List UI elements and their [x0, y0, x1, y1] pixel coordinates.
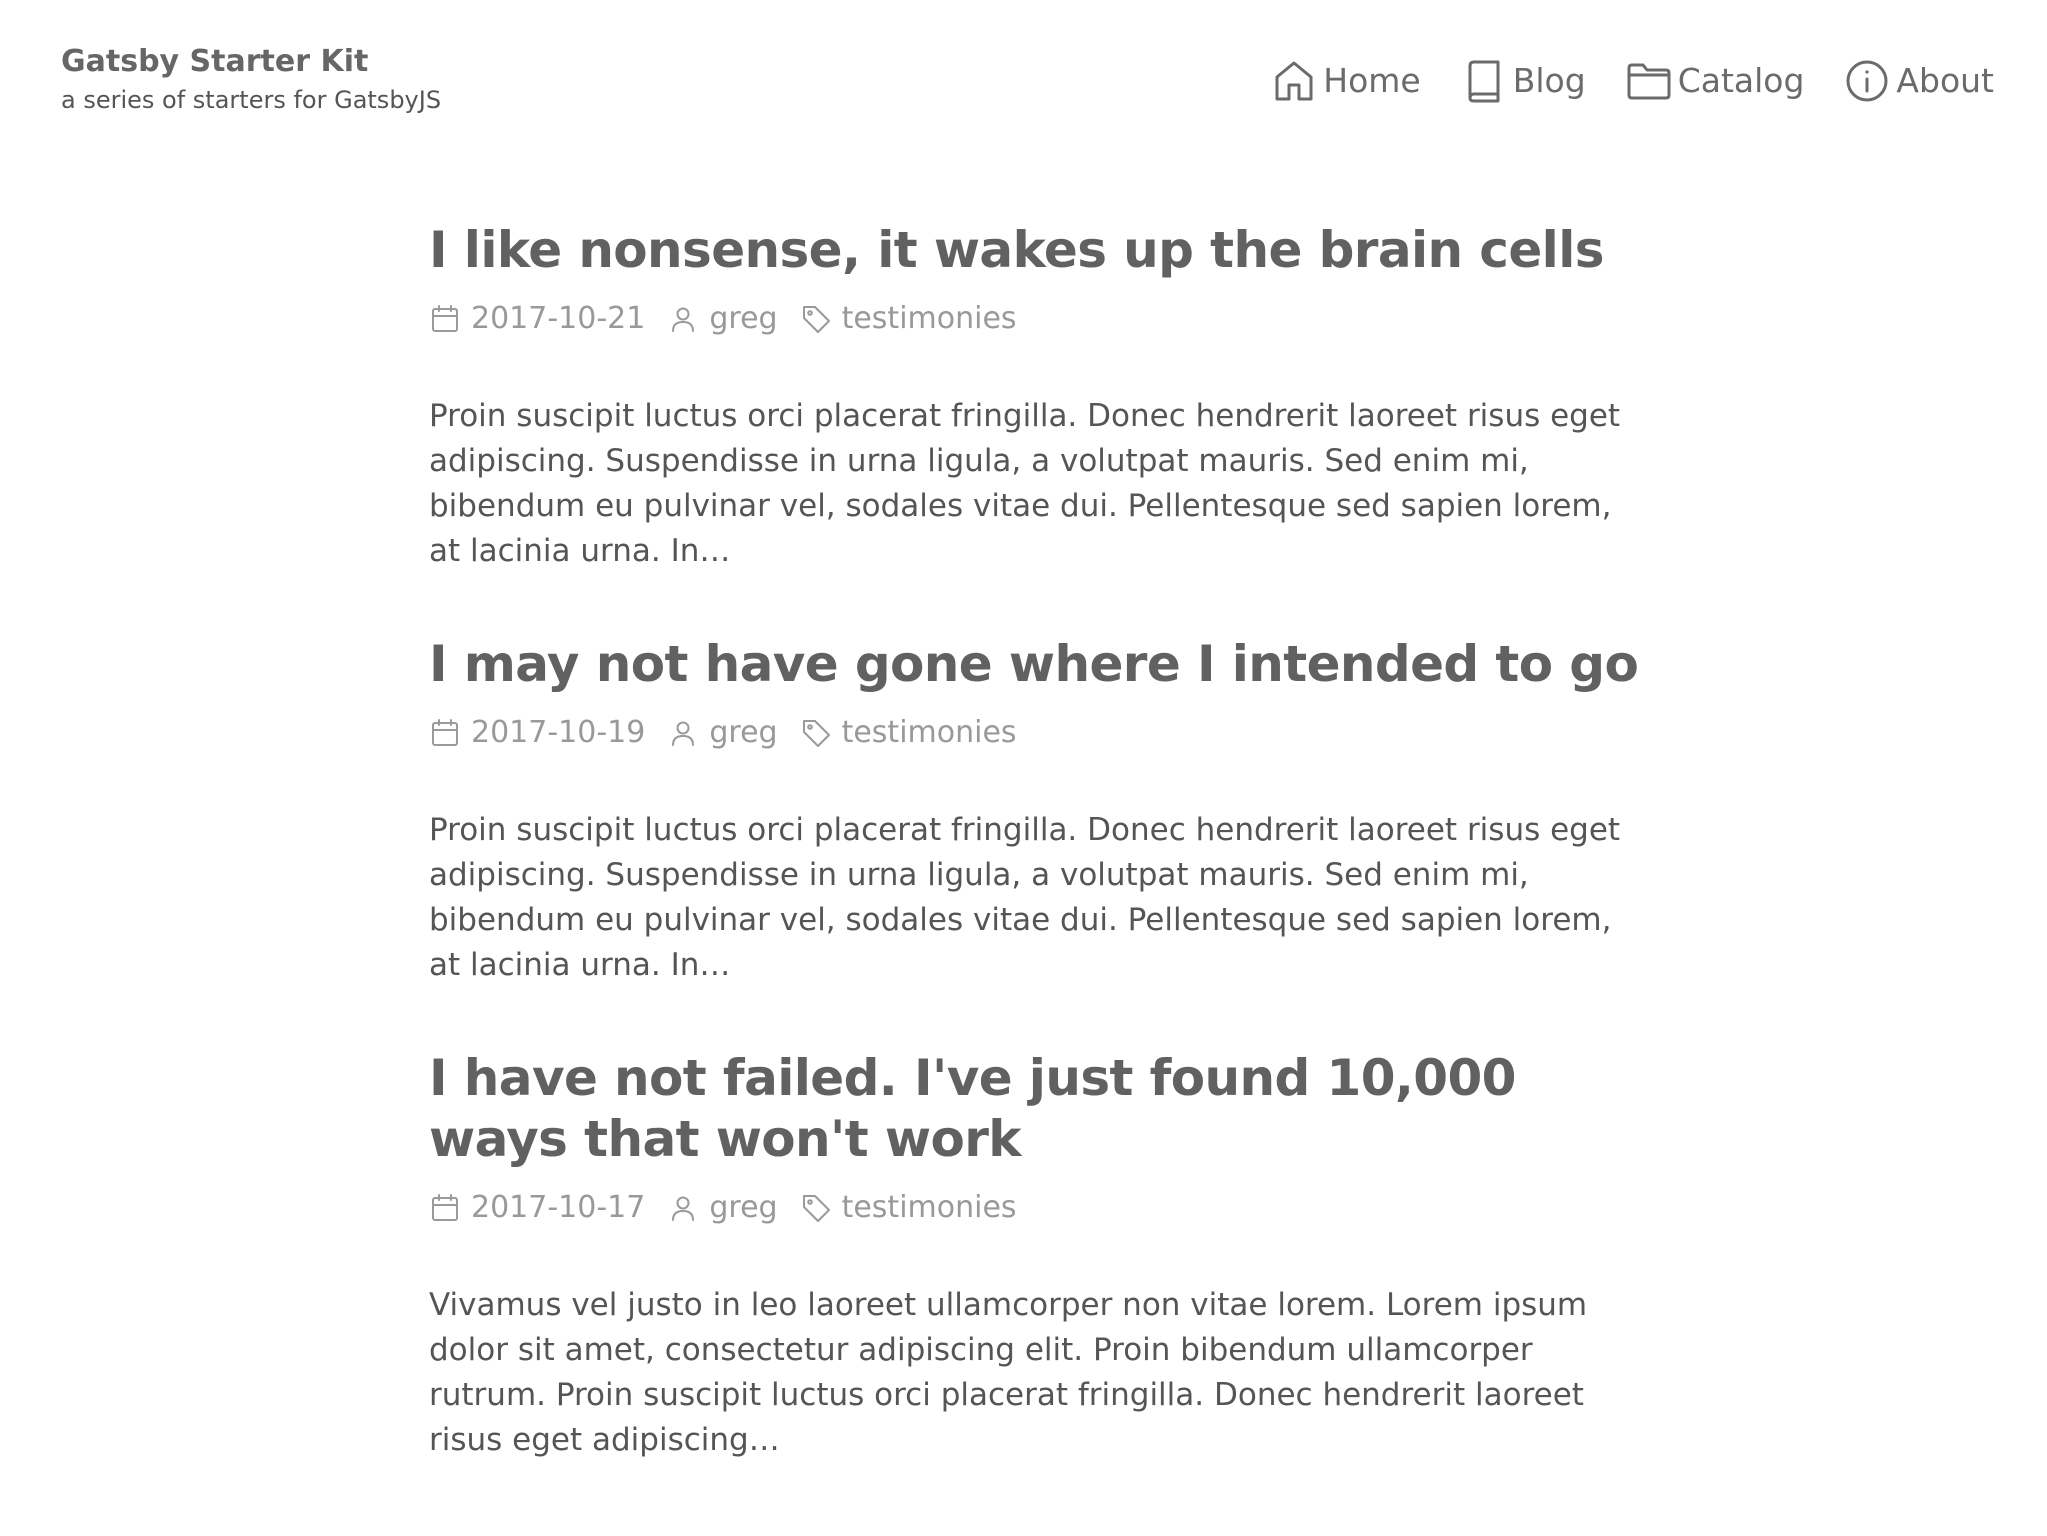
nav-item-catalog-label: Catalog — [1677, 61, 1805, 100]
post-date-text: 2017-10-17 — [471, 1190, 646, 1225]
user-icon — [667, 1192, 699, 1224]
site-brand[interactable]: Gatsby Starter Kit a series of starters … — [61, 42, 441, 117]
user-icon — [667, 717, 699, 749]
post-date: 2017-10-19 — [429, 713, 645, 753]
post-meta: 2017-10-21 greg testimonies — [429, 299, 1639, 339]
post-author: greg — [667, 1188, 778, 1228]
nav-item-catalog[interactable]: Catalog — [1626, 58, 1805, 104]
post-title[interactable]: I have not failed. I've just found 10,00… — [429, 1048, 1639, 1170]
post-date: 2017-10-21 — [429, 299, 645, 339]
post-author-text: greg — [709, 301, 778, 336]
post-category-text[interactable]: testimonies — [842, 1188, 1017, 1228]
main-nav: Home Blog Catalog About — [1271, 58, 1994, 104]
calendar-icon — [429, 717, 461, 749]
post-author: greg — [667, 299, 778, 339]
tag-icon — [800, 303, 832, 335]
post-meta: 2017-10-19 greg testimonies — [429, 713, 1639, 753]
site-header: Gatsby Starter Kit a series of starters … — [0, 0, 2047, 150]
post-title[interactable]: I may not have gone where I intended to … — [429, 634, 1639, 695]
post-excerpt: Proin suscipit luctus orci placerat frin… — [429, 812, 1621, 983]
post-author-text: greg — [709, 1190, 778, 1225]
post-date-text: 2017-10-19 — [471, 715, 646, 750]
book-icon — [1461, 58, 1507, 104]
calendar-icon — [429, 303, 461, 335]
nav-item-blog-label: Blog — [1512, 61, 1586, 100]
user-icon — [667, 303, 699, 335]
site-subtitle: a series of starters for GatsbyJS — [61, 86, 442, 114]
nav-item-home-label: Home — [1323, 61, 1421, 100]
post-title[interactable]: I like nonsense, it wakes up the brain c… — [429, 220, 1639, 281]
info-icon — [1844, 58, 1890, 104]
tag-icon — [800, 1192, 832, 1224]
post-category[interactable]: testimonies — [800, 1188, 1017, 1228]
post-date-text: 2017-10-21 — [471, 301, 646, 336]
nav-item-about-label: About — [1896, 61, 1994, 100]
post-list: I like nonsense, it wakes up the brain c… — [429, 220, 1639, 1523]
post-excerpt: Proin suscipit luctus orci placerat frin… — [429, 398, 1621, 569]
site-title[interactable]: Gatsby Starter Kit — [61, 42, 441, 82]
tag-icon — [800, 717, 832, 749]
nav-item-home[interactable]: Home — [1271, 58, 1421, 104]
folder-icon — [1626, 58, 1672, 104]
post-item: I like nonsense, it wakes up the brain c… — [429, 220, 1639, 574]
post-author: greg — [667, 713, 778, 753]
post-item: I may not have gone where I intended to … — [429, 634, 1639, 988]
post-item: I have not failed. I've just found 10,00… — [429, 1048, 1639, 1463]
post-author-text: greg — [709, 715, 778, 750]
nav-item-about[interactable]: About — [1844, 58, 1994, 104]
post-category[interactable]: testimonies — [800, 713, 1017, 753]
post-date: 2017-10-17 — [429, 1188, 645, 1228]
post-excerpt: Vivamus vel justo in leo laoreet ullamco… — [429, 1287, 1588, 1458]
nav-item-blog[interactable]: Blog — [1461, 58, 1586, 104]
calendar-icon — [429, 1192, 461, 1224]
post-category-text[interactable]: testimonies — [842, 299, 1017, 339]
post-category-text[interactable]: testimonies — [842, 713, 1017, 753]
post-meta: 2017-10-17 greg testimonies — [429, 1188, 1639, 1228]
post-category[interactable]: testimonies — [800, 299, 1017, 339]
home-icon — [1271, 58, 1317, 104]
